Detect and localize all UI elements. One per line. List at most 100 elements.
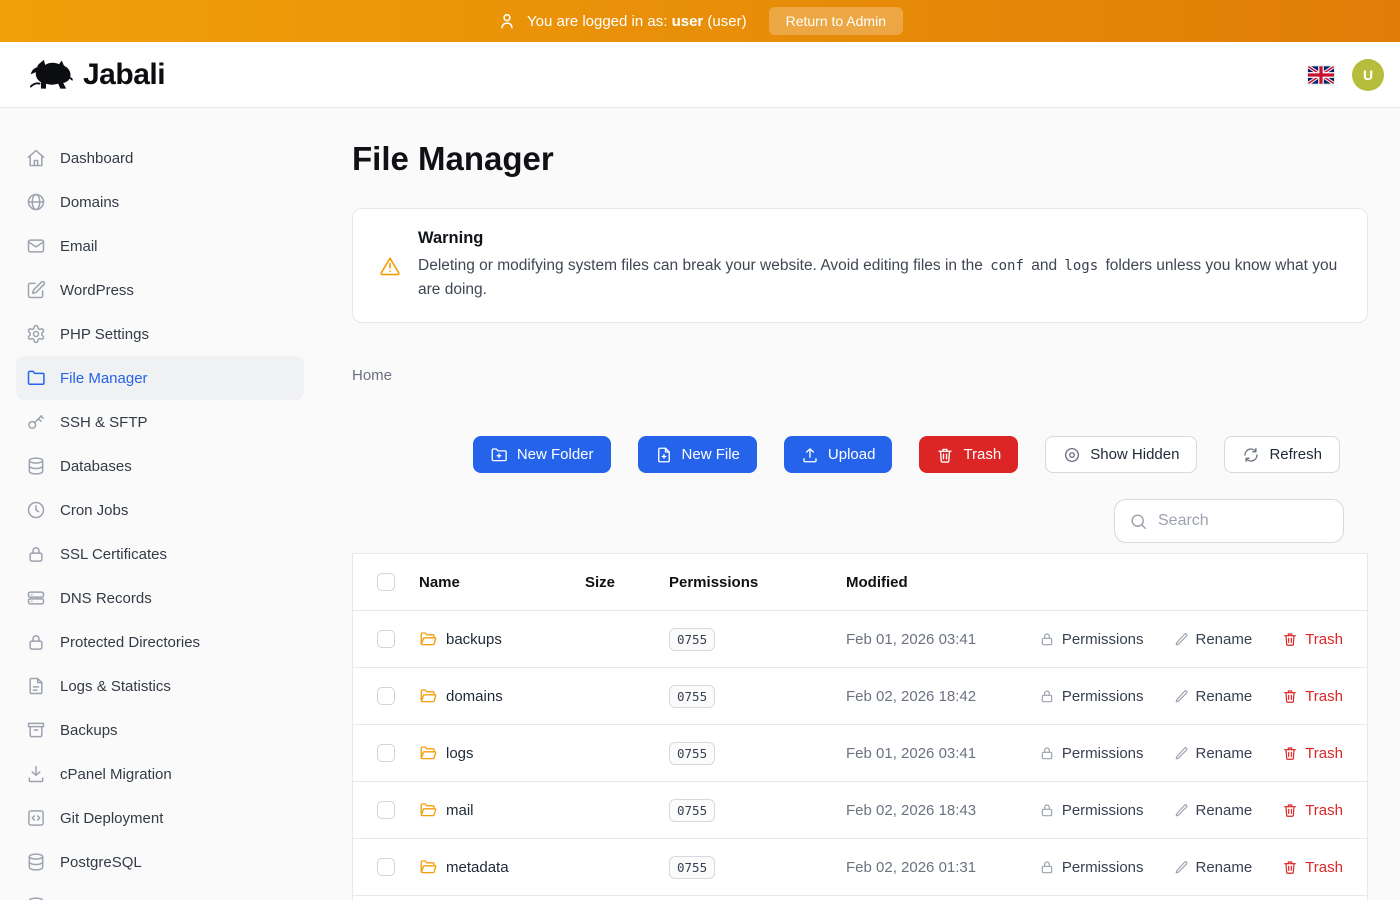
row-checkbox[interactable]: [377, 801, 395, 819]
file-plus-icon: [655, 446, 673, 464]
trash-icon: [1282, 802, 1298, 818]
sidebar-item-dns-records[interactable]: DNS Records: [16, 576, 304, 620]
trash-action[interactable]: Trash: [1282, 688, 1343, 705]
file-table: Name Size Permissions Modified backups 0…: [352, 553, 1368, 900]
sidebar-item-label: Databases: [60, 458, 132, 475]
person-icon: [497, 11, 517, 31]
new-file-button[interactable]: New File: [638, 436, 757, 473]
row-checkbox[interactable]: [377, 858, 395, 876]
code-logs: logs: [1061, 258, 1101, 274]
sidebar-item-label: SSL Certificates: [60, 546, 167, 563]
upload-icon: [801, 446, 819, 464]
new-folder-button[interactable]: New Folder: [473, 436, 611, 473]
sidebar-item-label: cPanel Migration: [60, 766, 172, 783]
home-icon: [26, 148, 46, 168]
breadcrumb-home[interactable]: Home: [352, 367, 392, 384]
row-checkbox[interactable]: [377, 744, 395, 762]
sidebar-item-backups[interactable]: Backups: [16, 708, 304, 752]
globe-icon: [26, 192, 46, 212]
refresh-button[interactable]: Refresh: [1224, 436, 1340, 473]
sidebar-item-cron-jobs[interactable]: Cron Jobs: [16, 488, 304, 532]
trash-action[interactable]: Trash: [1282, 859, 1343, 876]
sidebar-item-php-settings[interactable]: PHP Settings: [16, 312, 304, 356]
search-box: [1114, 499, 1344, 543]
sidebar-item-ssh-sftp[interactable]: SSH & SFTP: [16, 400, 304, 444]
file-name-link[interactable]: logs: [446, 745, 474, 762]
permissions-action[interactable]: Permissions: [1039, 745, 1144, 762]
trash-action[interactable]: Trash: [1282, 802, 1343, 819]
breadcrumb: Home: [352, 367, 1368, 384]
logged-in-username: user: [672, 13, 704, 30]
sidebar-item-label: SSH & SFTP: [60, 414, 148, 431]
permissions-action[interactable]: Permissions: [1039, 688, 1144, 705]
sidebar-item-label: Backups: [60, 722, 118, 739]
sidebar-item-email[interactable]: Email: [16, 224, 304, 268]
lock-icon: [1039, 688, 1055, 704]
brand-name: Jabali: [83, 58, 165, 92]
file-name-link[interactable]: mail: [446, 802, 474, 819]
table-row: logs 0755 Feb 01, 2026 03:41 Permissions…: [353, 724, 1367, 781]
sidebar-item-wordpress[interactable]: WordPress: [16, 268, 304, 312]
pencil-icon: [1174, 746, 1189, 761]
sidebar-item-ssl-certificates[interactable]: SSL Certificates: [16, 532, 304, 576]
rename-action[interactable]: Rename: [1174, 688, 1253, 705]
logged-in-status: You are logged in as: user (user): [497, 11, 747, 31]
column-header-name: Name: [419, 574, 585, 591]
upload-button[interactable]: Upload: [784, 436, 893, 473]
row-checkbox[interactable]: [377, 630, 395, 648]
uk-flag-icon[interactable]: [1308, 66, 1334, 84]
trash-action[interactable]: Trash: [1282, 631, 1343, 648]
sidebar-item-label: PHP Settings: [60, 326, 149, 343]
sidebar-item-cpanel-migration[interactable]: cPanel Migration: [16, 752, 304, 796]
rename-action[interactable]: Rename: [1174, 745, 1253, 762]
row-checkbox[interactable]: [377, 687, 395, 705]
sidebar-item-postgresql[interactable]: PostgreSQL: [16, 840, 304, 884]
sidebar-item-label: DNS Records: [60, 590, 152, 607]
sidebar-item-label: PostgreSQL: [60, 854, 142, 871]
lock-icon: [1039, 745, 1055, 761]
server-icon: [26, 588, 46, 608]
table-header-row: Name Size Permissions Modified: [353, 554, 1367, 610]
database-icon: [26, 896, 46, 900]
folder-icon: [419, 630, 437, 648]
user-avatar[interactable]: U: [1352, 59, 1384, 91]
refresh-icon: [1242, 446, 1260, 464]
permissions-action[interactable]: Permissions: [1039, 631, 1144, 648]
pencil-icon: [1174, 689, 1189, 704]
rename-action[interactable]: Rename: [1174, 631, 1253, 648]
sidebar-item-protected-directories[interactable]: Protected Directories: [16, 620, 304, 664]
select-all-checkbox[interactable]: [377, 573, 395, 591]
rename-action[interactable]: Rename: [1174, 859, 1253, 876]
permissions-action[interactable]: Permissions: [1039, 859, 1144, 876]
trash-action[interactable]: Trash: [1282, 745, 1343, 762]
show-hidden-button[interactable]: Show Hidden: [1045, 436, 1197, 473]
trash-button[interactable]: Trash: [919, 436, 1018, 473]
permissions-badge: 0755: [669, 856, 715, 879]
search-input[interactable]: [1158, 512, 1329, 530]
file-name-link[interactable]: domains: [446, 688, 503, 705]
sidebar-item-label: Email: [60, 238, 98, 255]
file-name-link[interactable]: metadata: [446, 859, 509, 876]
lock-icon: [1039, 802, 1055, 818]
sidebar-item-logs-statistics[interactable]: Logs & Statistics: [16, 664, 304, 708]
sidebar-item-label: Cron Jobs: [60, 502, 128, 519]
sidebar-item-domains[interactable]: Domains: [16, 180, 304, 224]
return-to-admin-button[interactable]: Return to Admin: [769, 7, 903, 35]
sidebar-item-file-manager[interactable]: File Manager: [16, 356, 304, 400]
sidebar-item-dashboard[interactable]: Dashboard: [16, 136, 304, 180]
modified-date: Feb 02, 2026 18:43: [846, 802, 1039, 819]
sidebar-item-partial[interactable]: [16, 884, 304, 900]
warning-title: Warning: [418, 229, 1341, 248]
table-row: domains 0755 Feb 02, 2026 18:42 Permissi…: [353, 667, 1367, 724]
sidebar-item-git-deployment[interactable]: Git Deployment: [16, 796, 304, 840]
sidebar-item-label: Protected Directories: [60, 634, 200, 651]
file-text-icon: [26, 676, 46, 696]
brand-logo[interactable]: Jabali: [28, 57, 165, 93]
permissions-action[interactable]: Permissions: [1039, 802, 1144, 819]
sidebar-item-databases[interactable]: Databases: [16, 444, 304, 488]
file-name-link[interactable]: backups: [446, 631, 502, 648]
permissions-badge: 0755: [669, 799, 715, 822]
rename-action[interactable]: Rename: [1174, 802, 1253, 819]
permissions-badge: 0755: [669, 628, 715, 651]
lock-icon: [1039, 631, 1055, 647]
